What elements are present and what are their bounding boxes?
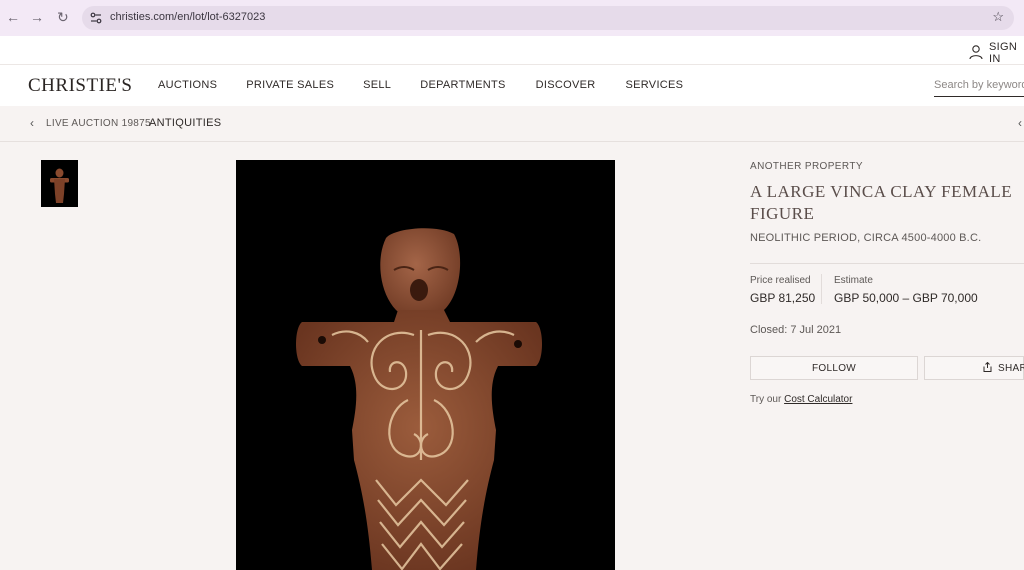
sign-in-link[interactable]: SIGN IN (969, 41, 1024, 65)
christies-logo[interactable]: CHRISTIE'S (28, 75, 133, 97)
breadcrumb: ‹ LIVE AUCTION 19875 ANTIQUITIES ‹ (0, 107, 1024, 142)
utility-bar: SIGN IN (0, 36, 1024, 65)
url-text[interactable]: christies.com/en/lot/lot-6327023 (110, 11, 265, 23)
chevron-left-icon[interactable]: ‹ (30, 116, 34, 130)
site-settings-icon[interactable] (90, 11, 102, 29)
bookmark-star-icon[interactable]: ☆ (992, 9, 1004, 25)
sign-in-label: SIGN IN (989, 41, 1018, 65)
forward-arrow-icon[interactable]: → (30, 9, 44, 25)
nav-discover[interactable]: DISCOVER (536, 79, 596, 91)
lot-details: ANOTHER PROPERTY A LARGE VINCA CLAY FEMA… (750, 161, 1024, 405)
nav-departments[interactable]: DEPARTMENTS (420, 79, 505, 91)
price-value: GBP 81,250 (750, 291, 816, 305)
nav-private-sales[interactable]: PRIVATE SALES (246, 79, 334, 91)
cost-calculator-link[interactable]: Cost Calculator (784, 394, 852, 405)
browser-toolbar: ← → ↻ christies.com/en/lot/lot-6327023 ☆ (0, 0, 1024, 36)
price-label: Price realised (750, 275, 811, 286)
estimate-label: Estimate (834, 275, 873, 286)
lot-title: A LARGE VINCA CLAY FEMALE FIGURE (750, 182, 1013, 223)
calc-prefix: Try our (750, 394, 782, 405)
closed-date: Closed: 7 Jul 2021 (750, 324, 842, 336)
site-header: CHRISTIE'S AUCTIONS PRIVATE SALES SELL D… (0, 65, 1024, 106)
price-realised: Price realised GBP 81,250 (750, 275, 815, 305)
main-nav: AUCTIONS PRIVATE SALES SELL DEPARTMENTS … (158, 79, 683, 91)
share-label: SHARE (998, 362, 1024, 374)
follow-label: FOLLOW (811, 362, 857, 374)
follow-button[interactable]: FOLLOW (750, 356, 918, 380)
user-icon (969, 44, 983, 63)
estimate: Estimate GBP 50,000 – GBP 70,000 (834, 275, 978, 305)
share-button[interactable]: SHARE (924, 356, 1024, 380)
breadcrumb-department[interactable]: ANTIQUITIES (149, 117, 221, 129)
nav-services[interactable]: SERVICES (625, 79, 683, 91)
back-arrow-icon[interactable]: ← (6, 9, 20, 25)
estimate-value: GBP 50,000 – GBP 70,000 (834, 291, 978, 305)
nav-sell[interactable]: SELL (363, 79, 391, 91)
divider (750, 263, 1024, 264)
share-icon (983, 361, 992, 375)
image-thumbnail[interactable] (41, 160, 78, 207)
lot-main-image[interactable] (236, 160, 615, 570)
address-bar[interactable]: christies.com/en/lot/lot-6327023 ☆ (82, 6, 1014, 30)
price-divider (821, 274, 822, 304)
breadcrumb-auction[interactable]: LIVE AUCTION 19875 (46, 118, 151, 129)
search-input[interactable]: Search by keyword (934, 79, 1024, 97)
cost-calculator-line: Try our Cost Calculator (750, 394, 852, 405)
reload-icon[interactable]: ↻ (57, 9, 69, 26)
provenance-label: ANOTHER PROPERTY (750, 161, 863, 172)
lot-period: NEOLITHIC PERIOD, CIRCA 4500-4000 B.C. (750, 232, 982, 244)
chevron-left-icon[interactable]: ‹ (1018, 116, 1022, 130)
nav-auctions[interactable]: AUCTIONS (158, 79, 217, 91)
